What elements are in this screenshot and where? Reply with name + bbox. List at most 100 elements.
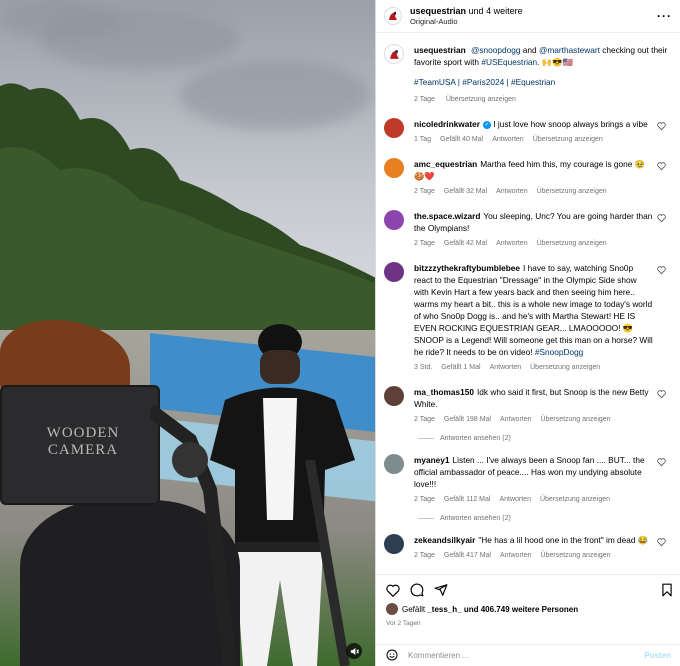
commenter-avatar[interactable] <box>384 454 404 474</box>
commenter-username[interactable]: ma_thomas150 <box>414 387 474 397</box>
author-avatar[interactable] <box>384 7 402 25</box>
post-media[interactable]: WOODEN CAMERA <box>0 0 375 666</box>
liker-username[interactable]: _tess_h_ <box>427 605 461 614</box>
comment-text: "He has a lil hood one in the front" im … <box>478 535 649 545</box>
likes-summary[interactable]: Gefällt _tess_h_ und 406.749 weitere Per… <box>376 601 680 617</box>
send-icon[interactable] <box>434 583 448 599</box>
liker-avatar <box>386 603 398 615</box>
commenter-username[interactable]: the.space.wizard <box>414 211 480 221</box>
comment-likes[interactable]: Gefällt 42 Mal <box>444 240 487 247</box>
comment-time[interactable]: 1 Tag <box>414 136 431 143</box>
commenter-avatar[interactable] <box>384 534 404 554</box>
bookmark-icon[interactable] <box>661 583 673 599</box>
view-replies-label: Antworten ansehen (2) <box>440 435 511 442</box>
comment-time[interactable]: 2 Tage <box>414 416 435 423</box>
caption-hashtags[interactable]: #TeamUSA | #Paris2024 | #Equestrian <box>414 76 669 88</box>
author-username[interactable]: usequestrian <box>410 6 466 16</box>
comment-time[interactable]: 2 Tage <box>414 552 435 559</box>
author-avatar[interactable] <box>384 44 404 64</box>
audio-label[interactable]: Original-Audio <box>410 17 657 26</box>
comment-composer: Kommentieren ... Posten <box>376 644 680 666</box>
mention-link[interactable]: @marthastewart <box>539 45 600 55</box>
comments-scroll[interactable]: usequestrian @snoopdogg and @marthastewa… <box>376 34 680 574</box>
comment-heart-icon[interactable] <box>657 454 669 506</box>
comment-time[interactable]: 2 Tage <box>414 496 435 503</box>
comment-time[interactable]: 2 Tage <box>414 240 435 247</box>
comment-heart-icon[interactable] <box>657 118 669 146</box>
comment-icon[interactable] <box>410 583 424 599</box>
commenter-avatar[interactable] <box>384 158 404 178</box>
view-replies-label: Antworten ansehen (2) <box>440 515 511 522</box>
likes-count[interactable]: und 406.749 weitere Personen <box>464 605 578 614</box>
comment-text: I just love how snoop always brings a vi… <box>493 119 648 129</box>
coauthors-link[interactable]: und 4 weitere <box>469 6 523 16</box>
view-replies-button[interactable]: Antworten ansehen (2) <box>418 435 669 442</box>
translate-link[interactable]: Übersetzung anzeigen <box>530 364 600 371</box>
hashtag-link[interactable]: #SnoopDogg <box>535 347 583 357</box>
comment-heart-icon[interactable] <box>657 262 669 374</box>
post-comment-button[interactable]: Posten <box>644 651 671 660</box>
translate-link[interactable]: Übersetzung anzeigen <box>541 416 611 423</box>
reply-button[interactable]: Antworten <box>500 552 532 559</box>
commenter-avatar[interactable] <box>384 262 404 282</box>
comment-likes[interactable]: Gefällt 32 Mal <box>444 188 487 195</box>
comment-time[interactable]: 2 Tage <box>414 188 435 195</box>
commenter-username[interactable]: amc_equestrian <box>414 159 477 169</box>
comment-likes[interactable]: Gefällt 40 Mal <box>440 136 483 143</box>
hashtag-link[interactable]: #USEquestrian. <box>481 57 539 67</box>
reply-button[interactable]: Antworten <box>500 416 532 423</box>
mention-link[interactable]: @snoopdogg <box>471 45 521 55</box>
caption-emoji: 🙌😎🇺🇸 <box>541 57 573 67</box>
translate-link[interactable]: Übersetzung anzeigen <box>446 96 516 103</box>
camera-brand-label: WOODEN CAMERA <box>46 425 120 458</box>
commenter-username[interactable]: zekeandsilkyair <box>414 535 475 545</box>
commenter-avatar[interactable] <box>384 386 404 406</box>
commenter-avatar[interactable] <box>384 210 404 230</box>
translate-link[interactable]: Übersetzung anzeigen <box>537 188 607 195</box>
translate-link[interactable]: Übersetzung anzeigen <box>537 240 607 247</box>
reply-button[interactable]: Antworten <box>492 136 524 143</box>
comment-heart-icon[interactable] <box>657 210 669 250</box>
commenter-username[interactable]: nicoledrinkwater <box>414 119 480 129</box>
camera-rig <box>150 404 237 666</box>
reply-button[interactable]: Antworten <box>496 240 528 247</box>
comment-likes[interactable]: Gefällt 198 Mal <box>444 416 491 423</box>
comment: bitzzzythekraftybumblebee I have to say, … <box>384 262 669 374</box>
comment-likes[interactable]: Gefällt 417 Mal <box>444 552 491 559</box>
comment-likes[interactable]: Gefällt 1 Mal <box>441 364 480 371</box>
commenter-username[interactable]: bitzzzythekraftybumblebee <box>414 263 520 273</box>
comment-input[interactable]: Kommentieren ... <box>408 651 644 660</box>
caption-text: and <box>522 45 537 55</box>
comment-heart-icon[interactable] <box>657 158 669 198</box>
heart-icon[interactable] <box>386 584 400 599</box>
tree-line <box>0 83 375 330</box>
emoji-icon[interactable] <box>386 649 398 663</box>
comment-heart-icon[interactable] <box>657 386 669 426</box>
translate-link[interactable]: Übersetzung anzeigen <box>533 136 603 143</box>
comment: the.space.wizard You sleeping, Unc? You a… <box>384 210 669 250</box>
comment-time[interactable]: 3 Std. <box>414 364 432 371</box>
commenter-avatar[interactable] <box>384 118 404 138</box>
likes-prefix: Gefällt <box>402 604 426 614</box>
caption-time[interactable]: 2 Tage <box>414 96 435 103</box>
post-date[interactable]: Vor 2 Tagen <box>376 617 680 630</box>
comment-likes[interactable]: Gefällt 112 Mal <box>444 496 491 503</box>
caption-username[interactable]: usequestrian <box>414 45 466 55</box>
post-details-panel: usequestrian und 4 weitere Original-Audi… <box>375 0 680 666</box>
post-caption: usequestrian @snoopdogg and @marthastewa… <box>384 44 669 106</box>
verified-badge-icon: ✓ <box>482 120 491 129</box>
reply-button[interactable]: Antworten <box>490 364 522 371</box>
translate-link[interactable]: Übersetzung anzeigen <box>541 552 611 559</box>
commenter-username[interactable]: myaney1 <box>414 455 450 465</box>
speaker-icon[interactable] <box>346 643 362 659</box>
replies-divider <box>418 438 434 439</box>
view-replies-button[interactable]: Antworten ansehen (2) <box>418 515 669 522</box>
post-header: usequestrian und 4 weitere Original-Audi… <box>376 0 680 33</box>
reply-button[interactable]: Antworten <box>496 188 528 195</box>
translate-link[interactable]: Übersetzung anzeigen <box>540 496 610 503</box>
reply-button[interactable]: Antworten <box>499 496 531 503</box>
more-horizontal-icon[interactable]: ··· <box>657 9 672 23</box>
comment-heart-icon[interactable] <box>657 534 669 562</box>
comment: ma_thomas150 Idk who said it first, but S… <box>384 386 669 426</box>
comment: myaney1 Listen ... I've always been a Sno… <box>384 454 669 506</box>
